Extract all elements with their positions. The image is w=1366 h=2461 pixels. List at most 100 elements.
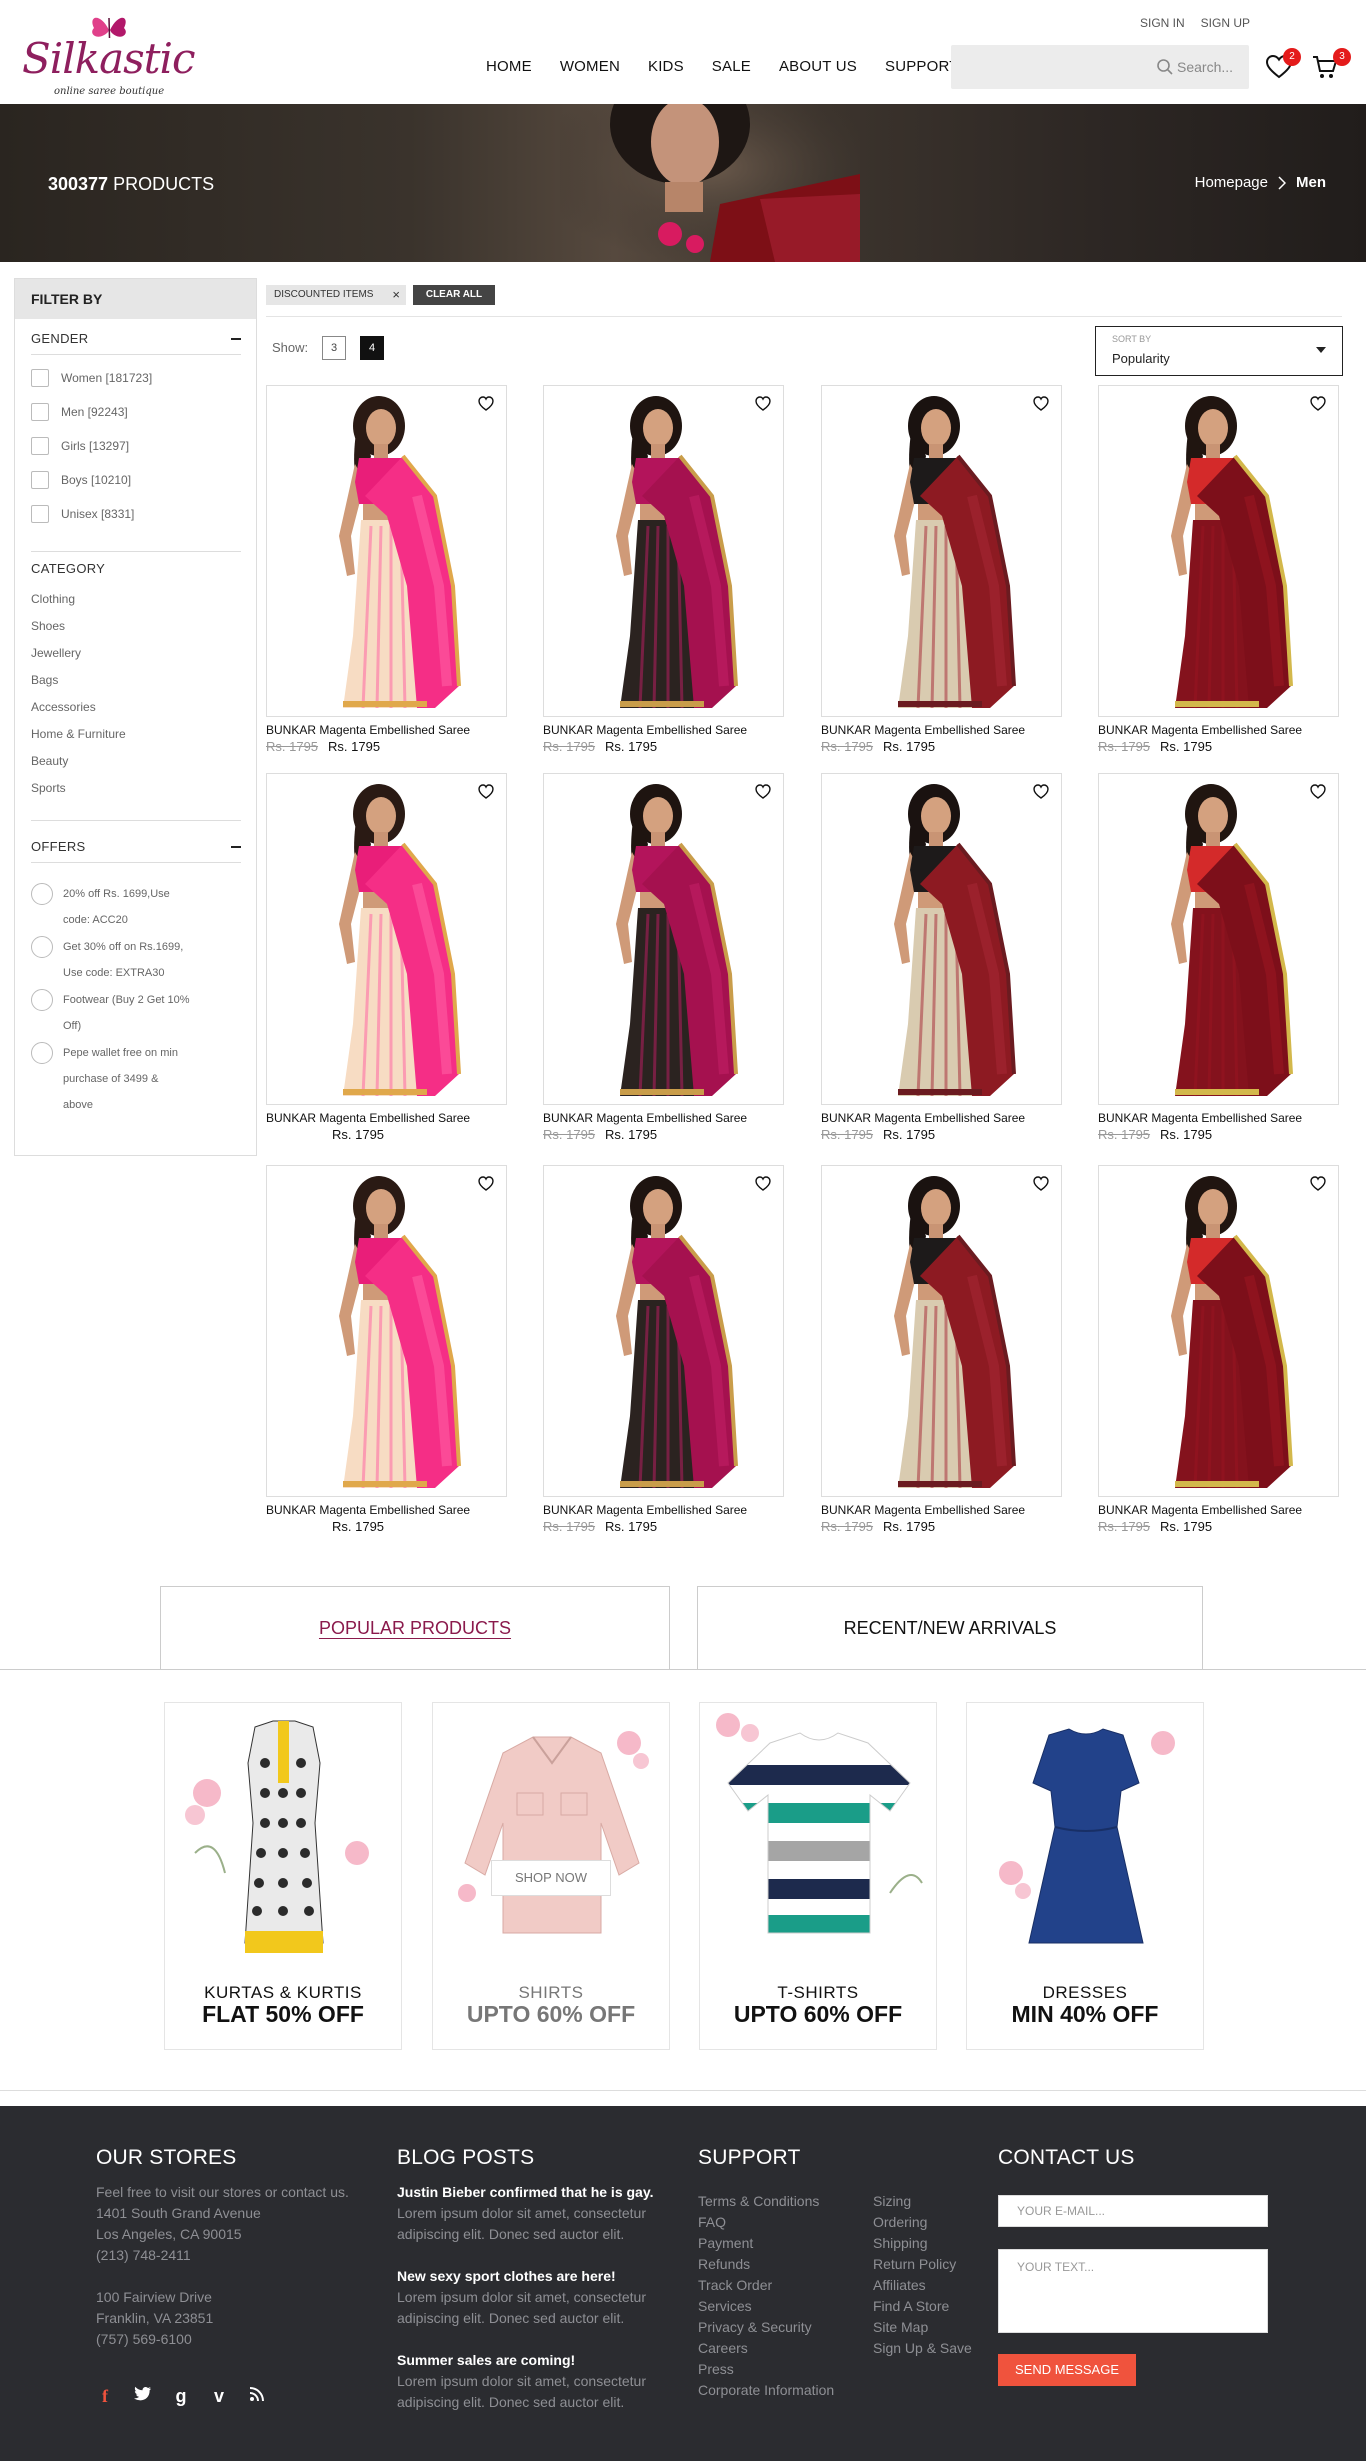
product-card[interactable] [821,385,1062,717]
promo-kurtas[interactable]: KURTAS & KURTIS FLAT 50% OFF [164,1702,402,2050]
wishlist-heart-icon[interactable] [755,784,771,799]
product-card[interactable] [266,385,507,717]
product-name[interactable]: BUNKAR Magenta Embellished Saree [266,723,470,737]
offer-option[interactable]: 20% off Rs. 1699,Use code: ACC20 [31,881,241,933]
checkbox[interactable] [31,403,49,421]
footer-link[interactable]: Corporate Information [698,2380,834,2401]
wishlist-heart-icon[interactable] [755,1176,771,1191]
radio-button[interactable] [31,883,53,905]
product-name[interactable]: BUNKAR Magenta Embellished Saree [821,723,1025,737]
radio-button[interactable] [31,1042,53,1064]
nav-kids[interactable]: KIDS [648,58,684,75]
checkbox[interactable] [31,437,49,455]
blog-post-title[interactable]: Summer sales are coming! [397,2350,687,2371]
blog-post-title[interactable]: Justin Bieber confirmed that he is gay. [397,2182,687,2203]
send-message-button[interactable]: SEND MESSAGE [998,2354,1136,2386]
gender-filter-header[interactable]: GENDER [31,331,241,346]
footer-link[interactable]: Shipping [873,2233,972,2254]
wishlist-heart-icon[interactable] [1310,396,1326,411]
wishlist-heart-icon[interactable] [1310,784,1326,799]
footer-link[interactable]: Careers [698,2338,834,2359]
tab-recent-arrivals[interactable]: RECENT/NEW ARRIVALS [697,1586,1203,1670]
clear-all-button[interactable]: CLEAR ALL [413,285,495,305]
show-4-columns[interactable]: 4 [360,336,384,360]
promo-shirts[interactable]: SHOP NOW SHIRTS UPTO 60% OFF [432,1702,670,2050]
product-name[interactable]: BUNKAR Magenta Embellished Saree [543,1111,747,1125]
gender-option-women[interactable]: Women [181723] [31,361,241,395]
footer-link[interactable]: Find A Store [873,2296,972,2317]
product-card[interactable] [266,1165,507,1497]
vimeo-icon[interactable]: v [210,2386,228,2407]
collapse-icon[interactable] [231,337,241,340]
sign-in-link[interactable]: SIGN IN [1140,16,1185,30]
product-card[interactable] [543,385,784,717]
breadcrumb-home[interactable]: Homepage [1195,174,1268,191]
category-accessories[interactable]: Accessories [31,694,241,721]
category-shoes[interactable]: Shoes [31,613,241,640]
google-plus-icon[interactable]: g [172,2386,190,2407]
product-card[interactable] [1098,773,1339,1105]
wishlist-heart-icon[interactable] [755,396,771,411]
nav-about-us[interactable]: ABOUT US [779,58,857,75]
gender-option-men[interactable]: Men [92243] [31,395,241,429]
category-bags[interactable]: Bags [31,667,241,694]
radio-button[interactable] [31,989,53,1011]
wishlist-heart-icon[interactable] [478,784,494,799]
wishlist-heart-icon[interactable] [1033,396,1049,411]
wishlist-heart-icon[interactable] [1033,784,1049,799]
collapse-icon[interactable] [231,845,241,848]
footer-link[interactable]: Site Map [873,2317,972,2338]
product-name[interactable]: BUNKAR Magenta Embellished Saree [821,1503,1025,1517]
nav-home[interactable]: HOME [486,58,532,75]
footer-link[interactable]: Return Policy [873,2254,972,2275]
wishlist-heart-icon[interactable] [1310,1176,1326,1191]
tab-popular-products[interactable]: POPULAR PRODUCTS [160,1586,670,1670]
category-sports[interactable]: Sports [31,775,241,802]
footer-link[interactable]: Track Order [698,2275,834,2296]
footer-link[interactable]: Privacy & Security [698,2317,834,2338]
nav-support[interactable]: SUPPORT [885,58,959,75]
product-card[interactable] [1098,385,1339,717]
twitter-icon[interactable] [134,2386,152,2407]
product-name[interactable]: BUNKAR Magenta Embellished Saree [1098,723,1302,737]
product-name[interactable]: BUNKAR Magenta Embellished Saree [266,1503,470,1517]
category-beauty[interactable]: Beauty [31,748,241,775]
footer-link[interactable]: Ordering [873,2212,972,2233]
nav-women[interactable]: WOMEN [560,58,620,75]
product-name[interactable]: BUNKAR Magenta Embellished Saree [1098,1503,1302,1517]
product-card[interactable] [821,773,1062,1105]
sign-up-link[interactable]: SIGN UP [1201,16,1250,30]
category-jewellery[interactable]: Jewellery [31,640,241,667]
footer-link[interactable]: Sizing [873,2191,972,2212]
facebook-icon[interactable]: f [96,2386,114,2407]
product-name[interactable]: BUNKAR Magenta Embellished Saree [821,1111,1025,1125]
rss-icon[interactable] [248,2386,266,2407]
email-field[interactable]: YOUR E-MAIL... [998,2195,1268,2227]
gender-option-girls[interactable]: Girls [13297] [31,429,241,463]
checkbox[interactable] [31,471,49,489]
blog-post-title[interactable]: New sexy sport clothes are here! [397,2266,687,2287]
wishlist-heart-icon[interactable] [1033,1176,1049,1191]
offer-option[interactable]: Get 30% off on Rs.1699, Use code: EXTRA30 [31,934,241,986]
product-name[interactable]: BUNKAR Magenta Embellished Saree [266,1111,470,1125]
footer-link[interactable]: Refunds [698,2254,834,2275]
promo-dresses[interactable]: DRESSES MIN 40% OFF [966,1702,1204,2050]
gender-option-unisex[interactable]: Unisex [8331] [31,497,241,531]
checkbox[interactable] [31,369,49,387]
wishlist-heart-icon[interactable] [478,396,494,411]
product-card[interactable] [1098,1165,1339,1497]
product-card[interactable] [821,1165,1062,1497]
footer-link[interactable]: Payment [698,2233,834,2254]
offer-option[interactable]: Pepe wallet free on min purchase of 3499 … [31,1040,241,1118]
product-name[interactable]: BUNKAR Magenta Embellished Saree [1098,1111,1302,1125]
footer-link[interactable]: Sign Up & Save [873,2338,972,2359]
radio-button[interactable] [31,936,53,958]
shop-now-button[interactable]: SHOP NOW [491,1860,611,1896]
product-card[interactable] [543,773,784,1105]
show-3-columns[interactable]: 3 [322,336,346,360]
offers-filter-header[interactable]: OFFERS [31,839,241,854]
footer-link[interactable]: Services [698,2296,834,2317]
footer-link[interactable]: Affiliates [873,2275,972,2296]
category-clothing[interactable]: Clothing [31,586,241,613]
sort-dropdown[interactable]: SORT BY Popularity [1095,326,1343,376]
